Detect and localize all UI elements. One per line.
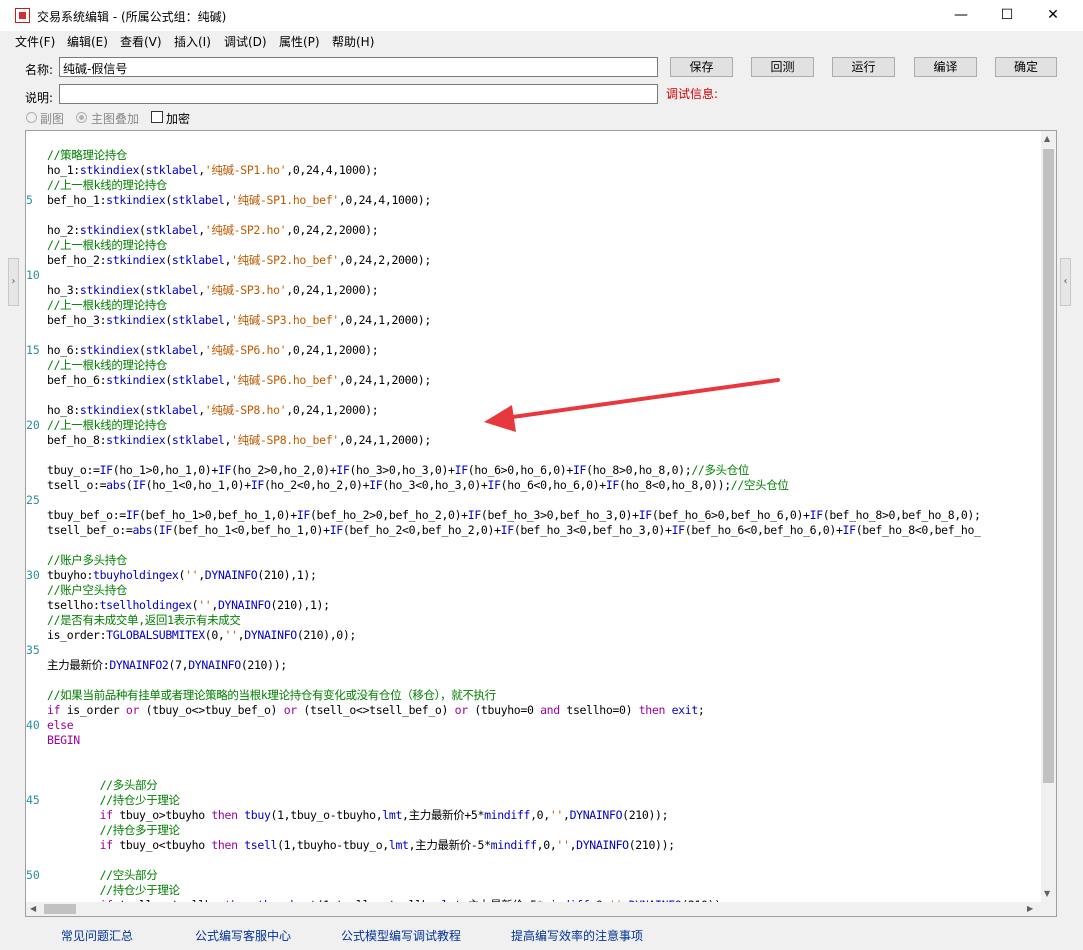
main-overlay-label: 主图叠加 bbox=[91, 112, 140, 126]
description-input[interactable] bbox=[59, 84, 658, 104]
scroll-left-icon[interactable]: ◀ bbox=[30, 904, 36, 913]
backtest-button[interactable]: 回测 bbox=[751, 57, 814, 77]
code-line: //上一根k线的理论持仓 bbox=[47, 358, 168, 372]
code-line: is_order:TGLOBALSUBMITEX(0,'',DYNAINFO(2… bbox=[47, 628, 357, 642]
vertical-scroll-thumb[interactable] bbox=[1043, 149, 1054, 783]
code-line: tbuyho:tbuyholdingex('',DYNAINFO(210),1)… bbox=[47, 568, 317, 582]
code-line: //是否有未成交单,返回1表示有未成交 bbox=[47, 613, 241, 627]
code-line: 主力最新价:DYNAINFO2(7,DYNAINFO(210)); bbox=[47, 658, 287, 672]
minimize-button[interactable]: — bbox=[938, 0, 984, 31]
menu-edit[interactable]: 编辑(E) bbox=[67, 33, 108, 50]
code-line: ho_3:stkindiex(stklabel,'纯碱-SP3.ho',0,24… bbox=[47, 283, 379, 297]
name-label: 名称: bbox=[25, 63, 54, 77]
line-number: 40 bbox=[26, 718, 40, 732]
code-line: //如果当前品种有挂单或者理论策略的当根k理论持仓有变化或没有仓位（移仓），就不… bbox=[47, 688, 496, 702]
code-line: bef_ho_6:stkindiex(stklabel,'纯碱-SP6.ho_b… bbox=[47, 373, 431, 387]
code-line: //账户空头持仓 bbox=[47, 583, 128, 597]
window-title: 交易系统编辑 - (所属公式组：纯碱) bbox=[37, 10, 227, 24]
menu-properties[interactable]: 属性(P) bbox=[279, 33, 320, 50]
code-line: tbuy_bef_o:=IF(bef_ho_1>0,bef_ho_1,0)+IF… bbox=[47, 508, 981, 522]
description-label: 说明: bbox=[25, 91, 54, 105]
menu-bar: 文件(F) 编辑(E) 查看(V) 插入(I) 调试(D) 属性(P) 帮助(H… bbox=[0, 31, 1083, 51]
code-line: //空头部分 bbox=[99, 868, 158, 882]
scroll-down-icon[interactable]: ▼ bbox=[1044, 889, 1050, 898]
encrypt-label: 加密 bbox=[166, 112, 191, 126]
menu-view[interactable]: 查看(V) bbox=[120, 33, 162, 50]
menu-help[interactable]: 帮助(H) bbox=[332, 33, 374, 50]
line-number: 30 bbox=[26, 568, 40, 582]
code-line: ho_6:stkindiex(stklabel,'纯碱-SP6.ho',0,24… bbox=[47, 343, 379, 357]
code-line: ho_2:stkindiex(stklabel,'纯碱-SP2.ho',0,24… bbox=[47, 223, 379, 237]
code-line: BEGIN bbox=[47, 733, 80, 747]
code-line: bef_ho_3:stkindiex(stklabel,'纯碱-SP3.ho_b… bbox=[47, 313, 431, 327]
name-input[interactable]: 纯碱-假信号 bbox=[59, 57, 658, 77]
code-line: //策略理论持仓 bbox=[47, 148, 128, 162]
code-line: if tbuy_o<tbuyho then tsell(1,tbuyho-tbu… bbox=[99, 838, 676, 852]
debug-info-label: 调试信息: bbox=[666, 87, 719, 101]
support-center-link[interactable]: 公式编写客服中心 bbox=[195, 927, 291, 944]
code-line: bef_ho_2:stkindiex(stklabel,'纯碱-SP2.ho_b… bbox=[47, 253, 431, 267]
scroll-right-icon[interactable]: ▶ bbox=[1027, 904, 1033, 913]
title-bar: 交易系统编辑 - (所属公式组：纯碱) — ☐ ✕ bbox=[0, 0, 1083, 31]
encrypt-checkbox[interactable] bbox=[151, 111, 163, 123]
code-line: //多头部分 bbox=[99, 778, 158, 792]
code-editor[interactable]: 5 10 15 20 25 30 35 40 45 50 //策略理论持仓 ho_… bbox=[25, 130, 1057, 917]
vertical-scrollbar[interactable]: ▲ ▼ bbox=[1041, 131, 1056, 904]
code-line: tsell_o:=abs(IF(ho_1<0,ho_1,0)+IF(ho_2<0… bbox=[47, 478, 789, 492]
sub-chart-radio[interactable] bbox=[26, 112, 37, 123]
menu-file[interactable]: 文件(F) bbox=[15, 33, 55, 50]
tutorial-link[interactable]: 公式模型编写调试教程 bbox=[341, 927, 461, 944]
maximize-button[interactable]: ☐ bbox=[984, 0, 1030, 31]
line-number: 10 bbox=[26, 268, 40, 282]
code-line: //账户多头持仓 bbox=[47, 553, 128, 567]
faq-link[interactable]: 常见问题汇总 bbox=[61, 927, 133, 944]
line-number: 50 bbox=[26, 868, 40, 882]
ok-button[interactable]: 确定 bbox=[995, 57, 1057, 77]
code-line: //上一根k线的理论持仓 bbox=[47, 418, 168, 432]
efficiency-tips-link[interactable]: 提高编写效率的注意事项 bbox=[511, 927, 643, 944]
code-line: if tbuy_o>tbuyho then tbuy(1,tbuy_o-tbuy… bbox=[99, 808, 669, 822]
app-chart-icon bbox=[15, 8, 30, 23]
left-panel-toggle[interactable]: › bbox=[8, 258, 19, 306]
code-line: tsellho:tsellholdingex('',DYNAINFO(210),… bbox=[47, 598, 330, 612]
line-number: 25 bbox=[26, 493, 40, 507]
code-line: //上一根k线的理论持仓 bbox=[47, 238, 168, 252]
code-line: //上一根k线的理论持仓 bbox=[47, 178, 168, 192]
scroll-up-icon[interactable]: ▲ bbox=[1044, 134, 1050, 143]
code-line: ho_8:stkindiex(stklabel,'纯碱-SP8.ho',0,24… bbox=[47, 403, 379, 417]
line-number: 15 bbox=[26, 343, 40, 357]
horizontal-scroll-thumb[interactable] bbox=[44, 904, 76, 914]
code-line: tsell_bef_o:=abs(IF(bef_ho_1<0,bef_ho_1,… bbox=[47, 523, 981, 537]
run-button[interactable]: 运行 bbox=[832, 57, 895, 77]
horizontal-scrollbar[interactable]: ◀ ▶ bbox=[26, 902, 1056, 916]
right-panel-toggle[interactable]: ‹ bbox=[1060, 258, 1071, 306]
save-button[interactable]: 保存 bbox=[670, 57, 733, 77]
code-line: //上一根k线的理论持仓 bbox=[47, 298, 168, 312]
code-line: //持仓多于理论 bbox=[99, 823, 180, 837]
code-line: bef_ho_1:stkindiex(stklabel,'纯碱-SP1.ho_b… bbox=[47, 193, 431, 207]
line-number: 20 bbox=[26, 418, 40, 432]
close-button[interactable]: ✕ bbox=[1030, 0, 1076, 31]
code-line: //持仓少于理论 bbox=[99, 793, 180, 807]
code-line: //持仓少于理论 bbox=[99, 883, 180, 897]
sub-chart-label: 副图 bbox=[40, 112, 65, 126]
menu-debug[interactable]: 调试(D) bbox=[224, 33, 267, 50]
code-line: tbuy_o:=IF(ho_1>0,ho_1,0)+IF(ho_2>0,ho_2… bbox=[47, 463, 750, 477]
code-line: else bbox=[47, 718, 74, 732]
main-overlay-radio[interactable] bbox=[76, 112, 87, 123]
menu-insert[interactable]: 插入(I) bbox=[174, 33, 211, 50]
compile-button[interactable]: 编译 bbox=[914, 57, 977, 77]
line-number: 45 bbox=[26, 793, 40, 807]
line-number: 35 bbox=[26, 643, 40, 657]
code-line: ho_1:stkindiex(stklabel,'纯碱-SP1.ho',0,24… bbox=[47, 163, 379, 177]
code-line: bef_ho_8:stkindiex(stklabel,'纯碱-SP8.ho_b… bbox=[47, 433, 431, 447]
help-links-bar: 常见问题汇总 公式编写客服中心 公式模型编写调试教程 提高编写效率的注意事项 bbox=[0, 917, 1083, 950]
code-line: if is_order or (tbuy_o<>tbuy_bef_o) or (… bbox=[47, 703, 705, 717]
line-number: 5 bbox=[26, 193, 33, 207]
line-number-gutter: 5 10 15 20 25 30 35 40 45 50 bbox=[26, 131, 46, 906]
